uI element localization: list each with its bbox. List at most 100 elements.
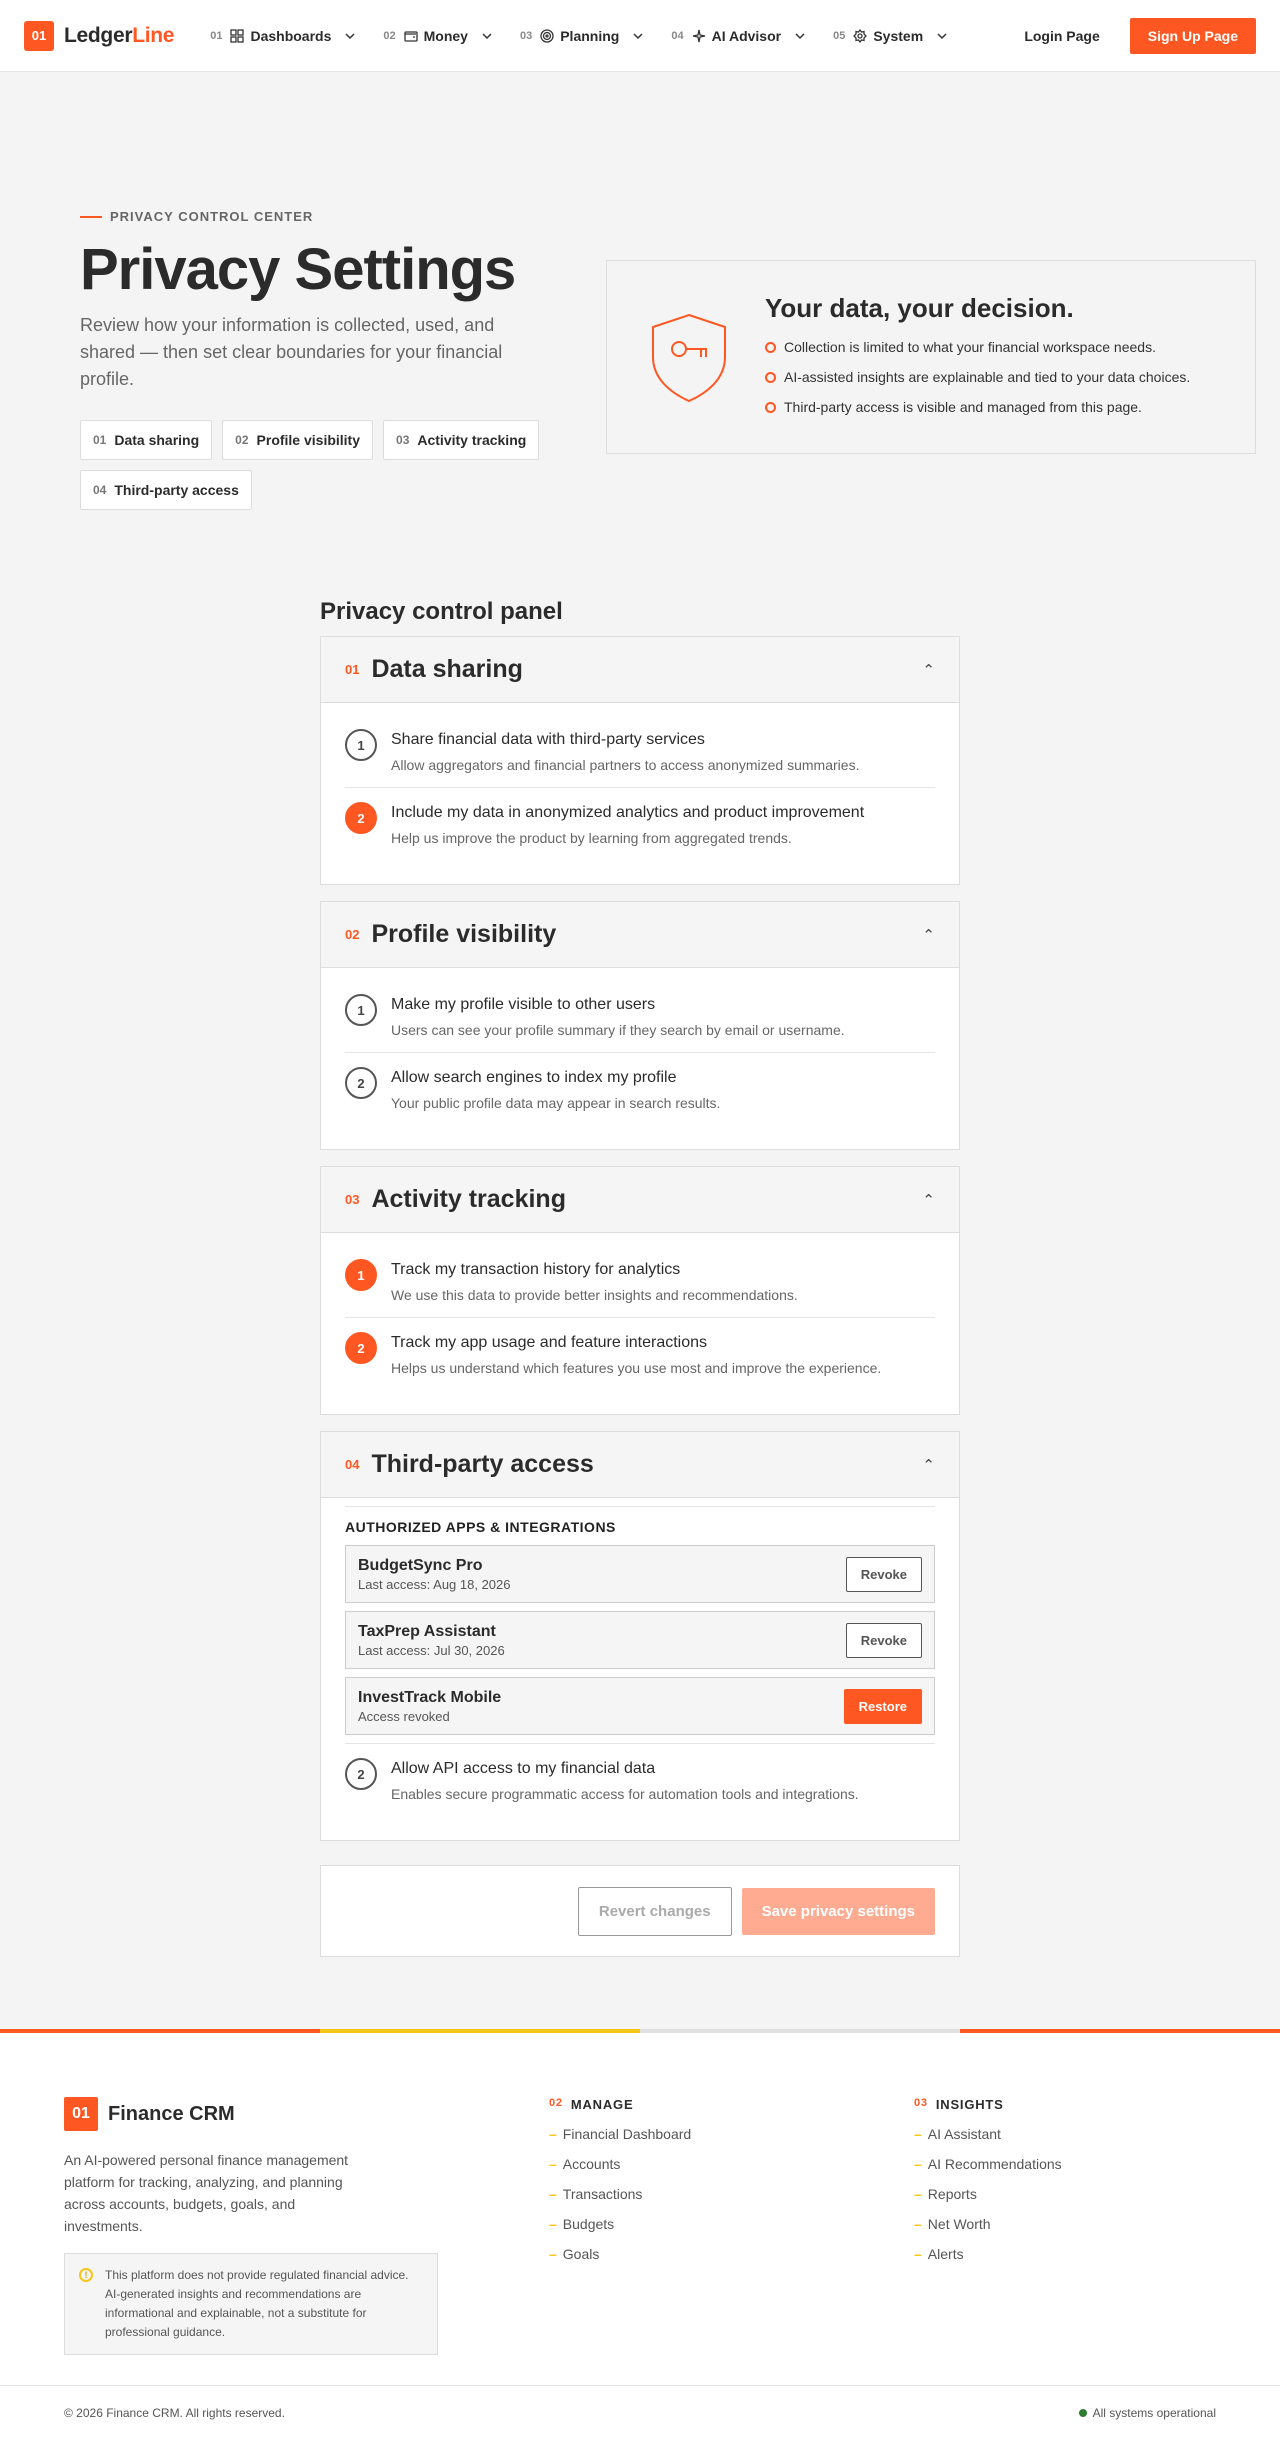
logo-badge[interactable]: 01 [24,20,54,51]
chevron-up-icon[interactable]: ⌃ [922,1456,935,1474]
app-item: TaxPrep Assistant Last access: Jul 30, 20… [345,1611,935,1669]
footer-link-net-worth[interactable]: – Net Worth [914,2216,1062,2232]
step-toggle[interactable]: 1 [345,1259,377,1291]
setting-description: Allow aggregators and financial partners… [391,757,860,773]
section-header[interactable]: 01 Data sharing ⌃ [321,637,959,703]
login-link[interactable]: Login Page [1016,18,1107,54]
chip-data-sharing[interactable]: 01 Data sharing [80,420,213,460]
revoke-button[interactable]: Revoke [845,1622,922,1658]
section-title: Activity tracking [371,1185,566,1213]
chevron-up-icon[interactable]: ⌃ [922,926,935,944]
footer-link-text: Alerts [927,2246,964,2262]
nav-item-planning[interactable]: 03 Planning [520,28,645,44]
setting-row[interactable]: 2 Allow API access to my financial data … [345,1744,935,1816]
chevron-up-icon[interactable]: ⌃ [922,661,935,679]
chip-profile-visibility[interactable]: 02 Profile visibility [222,420,374,460]
restore-button[interactable]: Restore [843,1688,922,1724]
grid-icon [230,28,245,43]
chip-third-party-access[interactable]: 04 Third-party access [80,470,252,510]
chevron-down-icon[interactable] [480,29,494,43]
app-name: BudgetSync Pro [358,1556,483,1574]
top-nav: 01 LedgerLine 01 Dashboards 02 Money 03 Plann… [0,0,1280,72]
footer-link-ai-recommendations[interactable]: – AI Recommendations [914,2156,1062,2172]
panel-sections: 01 Data sharing ⌃ 1 Share financial data wit… [320,636,960,1415]
revert-button[interactable]: Revert changes [577,1886,732,1936]
section-header[interactable]: 03 Activity tracking ⌃ [321,1167,959,1233]
chevron-up-icon[interactable]: ⌃ [922,1191,935,1209]
footer-col-heading: 03 INSIGHTS [914,2097,1062,2112]
setting-row[interactable]: 2 Include my data in anonymized analytics… [345,787,935,860]
step-toggle[interactable]: 1 [345,994,377,1026]
setting-row[interactable]: 1 Track my transaction history for analyt… [345,1245,935,1317]
circle-bullet-icon [765,371,776,383]
nav-item-label: Money [423,27,468,44]
signup-button[interactable]: Sign Up Page [1129,17,1256,54]
app-name: TaxPrep Assistant [358,1622,496,1640]
setting-row[interactable]: 1 Share financial data with third-party s… [345,715,935,787]
chip-label: Profile visibility [256,432,361,448]
dash-icon: – [914,2186,922,2202]
nav-item-label: AI Advisor [711,27,782,44]
footer-link-text: Budgets [562,2216,615,2232]
dash-icon: – [914,2156,922,2172]
nav-item-number: 05 [833,29,846,42]
footer-link-alerts[interactable]: – Alerts [914,2246,1062,2262]
setting-description: We use this data to provide better insig… [391,1287,798,1303]
card-points: Collection is limited to what your finan… [765,339,1190,429]
footer-link-ai-assistant[interactable]: – AI Assistant [914,2126,1062,2142]
footer-brand: 01 Finance CRM An AI-powered personal fi… [64,2097,438,2355]
setting-row[interactable]: 2 Allow search engines to index my profil… [345,1052,935,1125]
footer-link-transactions[interactable]: – Transactions [549,2186,691,2202]
step-toggle[interactable]: 2 [345,1758,377,1790]
setting-row[interactable]: 1 Make my profile visible to other users U… [345,980,935,1052]
step-toggle[interactable]: 1 [345,729,377,761]
chip-label: Data sharing [114,432,200,448]
chevron-down-icon[interactable] [343,29,357,43]
chevron-down-icon[interactable] [793,29,807,43]
footer-logo-badge: 01 [64,2097,98,2131]
nav-item-label: Dashboards [250,27,332,44]
nav-menu: 01 Dashboards 02 Money 03 Planning 04 AI Adviso… [210,28,949,44]
hero: PRIVACY CONTROL CENTER Privacy Settings … [0,72,1280,520]
shield-key-icon [649,311,729,408]
footer-col-title: MANAGE [570,2097,634,2112]
setting-title: Include my data in anonymized analytics … [391,804,865,821]
footer-link-goals[interactable]: – Goals [549,2246,691,2262]
section-header[interactable]: 04 Third-party access ⌃ [321,1432,959,1498]
revoke-button[interactable]: Revoke [845,1556,922,1592]
save-button[interactable]: Save privacy settings [741,1887,935,1935]
setting-text: Include my data in anonymized analytics … [391,802,864,846]
chip-activity-tracking[interactable]: 03 Activity tracking [383,420,540,460]
eyebrow-text: PRIVACY CONTROL CENTER [110,209,314,224]
footer-link-budgets[interactable]: – Budgets [549,2216,691,2232]
nav-item-money[interactable]: 02 Money [383,28,494,44]
chip-number: 03 [396,433,410,447]
footer-link-text: Goals [562,2246,600,2262]
logo-text[interactable]: LedgerLine [64,24,175,48]
step-toggle[interactable]: 2 [345,802,377,834]
nav-item-ai-advisor[interactable]: 04 AI Advisor [671,28,807,44]
section-header[interactable]: 02 Profile visibility ⌃ [321,902,959,968]
footer-logo[interactable]: 01 Finance CRM [64,2097,438,2131]
nav-item-dashboards[interactable]: 01 Dashboards [210,28,357,44]
dash-icon: – [549,2246,557,2262]
apps-list: BudgetSync Pro Last access: Aug 18, 2026 R… [345,1545,935,1735]
nav-item-system[interactable]: 05 System [833,28,949,44]
footer-link-financial-dashboard[interactable]: – Financial Dashboard [549,2126,691,2142]
section-chips: 01 Data sharing 02 Profile visibility 03 Acti… [80,420,560,510]
card-point: Collection is limited to what your finan… [765,339,1190,355]
page-title: Privacy Settings [80,237,516,302]
card-point-text: Collection is limited to what your finan… [784,339,1156,355]
footer-brand-name: Finance CRM [108,2102,235,2125]
step-toggle[interactable]: 2 [345,1332,377,1364]
chevron-down-icon[interactable] [935,29,949,43]
chevron-down-icon[interactable] [631,29,645,43]
app-info: TaxPrep Assistant Last access: Jul 30, 20… [358,1623,505,1658]
footer-link-reports[interactable]: – Reports [914,2186,1062,2202]
footer-description: An AI-powered personal finance managemen… [64,2152,349,2234]
footer-link-text: Accounts [562,2156,621,2172]
status-dot-icon [1078,2408,1087,2417]
step-toggle[interactable]: 2 [345,1067,377,1099]
footer-link-accounts[interactable]: – Accounts [549,2156,691,2172]
setting-row[interactable]: 2 Track my app usage and feature interact… [345,1317,935,1390]
